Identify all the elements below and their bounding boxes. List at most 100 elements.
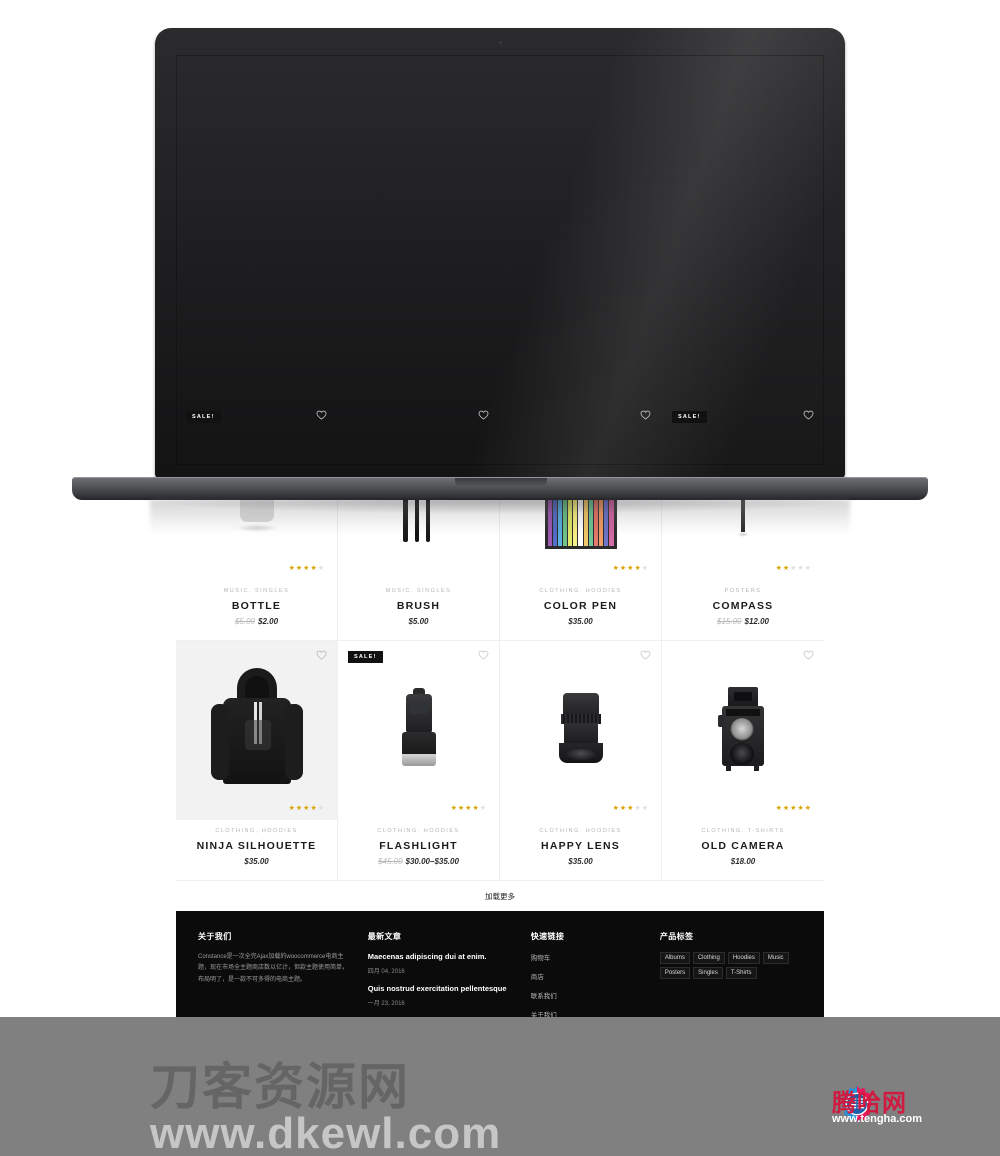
category-separator: / xyxy=(382,376,385,383)
heart-icon[interactable] xyxy=(316,410,327,420)
tag-tshirts[interactable]: T-Shirts xyxy=(725,967,757,979)
product-title[interactable]: BOTTLE xyxy=(182,600,331,612)
footer-link-contact[interactable]: 联系我们 xyxy=(531,990,646,1000)
site-navbar: 关于我们 页面 ▾ 商店 ▾ 作品 ▾ 联系我们 C constance 注册 登录 … xyxy=(176,55,824,93)
product-card[interactable]: SALE! ★★★★★ MUSIC, SINGLES BOTTLE $5.00 $… xyxy=(176,401,338,641)
tag-singles[interactable]: Singles xyxy=(693,967,723,979)
product-title[interactable]: BRUSH xyxy=(344,600,493,612)
register-link[interactable]: 注册 xyxy=(662,69,677,79)
more-menu-button[interactable]: 更多 xyxy=(789,68,814,80)
hero-slider[interactable]: INTERIOR AND EXTERIOR WELCOME TO CONSTAN… xyxy=(176,93,824,359)
nav-item-portfolio[interactable]: 作品 ▾ xyxy=(302,69,321,79)
post-title[interactable]: Quis nostrud exercitation pellentesque xyxy=(368,984,517,995)
heart-icon[interactable] xyxy=(803,650,814,660)
product-title[interactable]: COLOR PEN xyxy=(506,600,655,612)
category-downloads[interactable]: 下载 xyxy=(224,375,238,385)
load-more-button[interactable]: 加载更多 xyxy=(176,881,824,911)
footer-link-shop[interactable]: 商店 xyxy=(531,971,646,981)
category-separator: / xyxy=(280,376,283,383)
product-title[interactable]: NINJA SILHOUETTE xyxy=(182,840,331,852)
nav-item-about[interactable]: 关于我们 xyxy=(186,69,215,79)
search-button[interactable]: 搜索 xyxy=(732,358,824,401)
sale-badge: SALE! xyxy=(186,411,221,423)
product-image: ★★★★★ xyxy=(662,641,824,820)
utility-nav: 注册 登录 我的购物车 0 更多 xyxy=(662,68,814,80)
nav-item-shop[interactable]: 商店 ▾ xyxy=(267,69,286,79)
sale-badge: SALE! xyxy=(348,651,383,663)
heart-icon[interactable] xyxy=(478,650,489,660)
product-meta: MUSIC, SINGLES BOTTLE $5.00 $2.00 xyxy=(176,580,337,640)
product-title[interactable]: FLASHLIGHT xyxy=(344,840,493,852)
product-price: $18.00 xyxy=(668,857,818,866)
product-meta: POSTERS COMPASS $15.00 $12.00 xyxy=(662,580,824,640)
rating-stars: ★★★★★ xyxy=(775,565,812,572)
rating-stars: ★★★★★ xyxy=(288,565,325,572)
product-card[interactable]: MUSIC, SINGLES BRUSH $5.00 xyxy=(338,401,500,641)
footer-post-item[interactable]: Maecenas adipiscing dui at enim. 四月 04, … xyxy=(368,952,517,975)
tag-hoodies[interactable]: Hoodies xyxy=(727,952,760,964)
site-logo[interactable]: C constance xyxy=(463,67,537,82)
product-title[interactable]: COMPASS xyxy=(668,600,818,612)
website-page: 关于我们 页面 ▾ 商店 ▾ 作品 ▾ 联系我们 C constance 注册 登录 … xyxy=(176,55,824,1017)
shop-now-button[interactable]: SHOP NOW xyxy=(445,308,555,333)
slider-dot-3[interactable] xyxy=(510,339,516,345)
post-title[interactable]: Maecenas adipiscing dui at enim. xyxy=(368,952,517,963)
footer-link-cart[interactable]: 购物车 xyxy=(531,952,646,962)
rating-stars: ★★★★★ xyxy=(612,805,649,812)
footer-post-item[interactable]: Quis nostrud exercitation pellentesque 一… xyxy=(368,984,517,1007)
tag-albums[interactable]: Albums xyxy=(659,952,690,964)
category-music[interactable]: 音乐 xyxy=(428,375,442,385)
product-meta: CLOTHING, HOODIES HAPPY LENS $35.00 xyxy=(500,820,661,880)
footer-link-about[interactable]: 关于我们 xyxy=(531,1009,646,1017)
product-card[interactable]: ★★★★★ CLOTHING, HOODIES NINJA SILHOUETTE… xyxy=(176,641,338,881)
category-clothing[interactable]: 服饰 xyxy=(360,375,374,385)
product-card[interactable]: ★★★★★ CLOTHING, HOODIES HAPPY LENS $35.0… xyxy=(500,641,662,881)
heart-icon[interactable] xyxy=(478,410,489,420)
category-list: 所有 / 下载 / 专辑 / 单曲 / 卫衣 / 服饰 / 海报 / 音乐 xyxy=(176,375,640,385)
product-meta: CLOTHING, HOODIES COLOR PEN $35.00 xyxy=(500,580,661,640)
heart-icon[interactable] xyxy=(640,410,651,420)
product-price: $5.00 $2.00 xyxy=(182,617,331,626)
product-price: $35.00 xyxy=(506,857,655,866)
product-card[interactable]: SALE! ★★★★★ POSTERS COMPASS $15.00 $12.0… xyxy=(662,401,824,641)
cart-link[interactable]: 我的购物车 0 xyxy=(727,69,771,79)
product-categories: CLOTHING, HOODIES xyxy=(377,828,460,834)
slider-dot-2[interactable] xyxy=(497,339,503,345)
category-posters[interactable]: 海报 xyxy=(394,375,408,385)
product-title[interactable]: HAPPY LENS xyxy=(506,840,655,852)
filter-button[interactable]: 筛选 xyxy=(640,358,732,401)
watermark-left-line1: 刀客资源网 xyxy=(150,1059,410,1115)
product-price: $15.00 $12.00 xyxy=(668,617,818,626)
product-image: ★★★★★ xyxy=(500,401,661,580)
product-filter-bar: 所有 / 下载 / 专辑 / 单曲 / 卫衣 / 服饰 / 海报 / 音乐 筛选 xyxy=(176,358,824,401)
category-singles[interactable]: 单曲 xyxy=(292,375,306,385)
slider-dot-1[interactable] xyxy=(484,339,490,345)
heart-icon[interactable] xyxy=(640,650,651,660)
category-all[interactable]: 所有 xyxy=(190,375,204,385)
nav-item-contact[interactable]: 联系我们 xyxy=(337,69,366,79)
site-footer: 关于我们 Constance是一次全完Ajax加载的woocommerce电商主… xyxy=(176,911,824,1017)
heart-icon[interactable] xyxy=(316,650,327,660)
hero-subtitle: Lorem ipsum dolor sit amet, consectetur … xyxy=(389,284,611,294)
category-albums[interactable]: 专辑 xyxy=(258,375,272,385)
product-card[interactable]: ★★★★★ CLOTHING, T-SHIRTS OLD CAMERA $18.… xyxy=(662,641,824,881)
login-link[interactable]: 登录 xyxy=(695,69,710,79)
nav-item-pages[interactable]: 页面 ▾ xyxy=(231,69,250,79)
hero-slider-dots[interactable] xyxy=(484,339,516,345)
tag-posters[interactable]: Posters xyxy=(659,967,691,979)
product-meta: CLOTHING, HOODIES NINJA SILHOUETTE $35.0… xyxy=(176,820,337,880)
watermark-right-line2: www.tengha.com xyxy=(832,1113,923,1125)
price-current: $35.00 xyxy=(568,617,593,626)
product-card[interactable]: ★★★★★ CLOTHING, HOODIES COLOR PEN $35.00 xyxy=(500,401,662,641)
category-hoodies[interactable]: 卫衣 xyxy=(326,375,340,385)
filter-label: 筛选 xyxy=(684,376,699,384)
tag-clothing[interactable]: Clothing xyxy=(692,952,725,964)
search-icon xyxy=(766,376,773,383)
tag-music[interactable]: Music xyxy=(762,952,789,964)
nav-label: 商店 xyxy=(266,71,282,78)
product-card[interactable]: SALE! ★★★★★ CLOTHING, HOODIES FLASHLIGHT xyxy=(338,641,500,881)
product-price: $5.00 xyxy=(344,617,493,626)
product-title[interactable]: OLD CAMERA xyxy=(668,840,818,852)
heart-icon[interactable] xyxy=(803,410,814,420)
price-current: $35.00 xyxy=(244,857,269,866)
